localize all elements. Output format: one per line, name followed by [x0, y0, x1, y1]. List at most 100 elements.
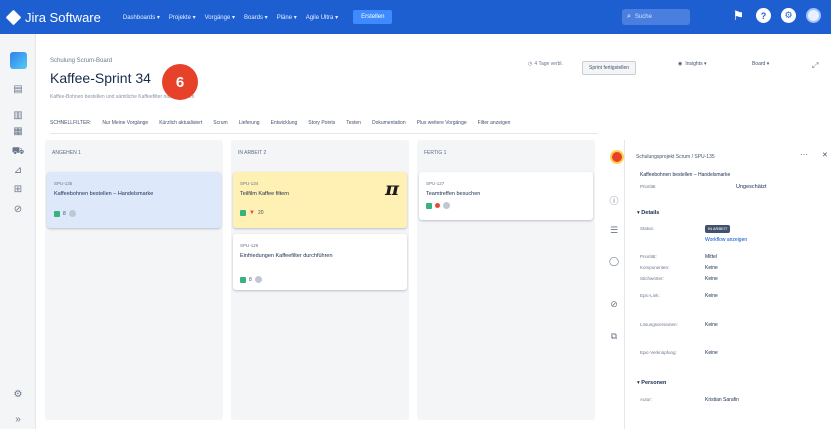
issue-title: Teilfilm Kaffee filtern [240, 191, 290, 197]
search-input[interactable]: ⌕ Suche [622, 9, 690, 25]
active-sprint-icon[interactable]: ▦ [11, 126, 25, 138]
issue-key: SPU-126 [240, 243, 259, 248]
field-label: Stichwörter: [640, 276, 664, 281]
filter-development[interactable]: Entwicklung [271, 120, 298, 126]
search-placeholder: Suche [634, 14, 652, 20]
insights-button[interactable]: ◉ Insights ▾ [678, 61, 707, 67]
breadcrumb[interactable]: Schulung Scrum-Board [50, 58, 112, 64]
detail-tool-strip: ⓘ ☰ ◯ ⊘ ⧉ [603, 140, 625, 429]
board-column-todo: ANGEHEN 1 SPU-135 Kaffeebohnen bestellen… [45, 140, 223, 420]
project-sidebar: ▤ ▥ ▦ ⛟ ⊿ ⊞ ⊘ ⚙ » [0, 34, 36, 429]
project-avatar[interactable] [10, 52, 27, 69]
backlog-icon[interactable]: ▤ [11, 84, 25, 96]
details-section-header[interactable]: ▾ Details [637, 210, 659, 216]
menu-dashboards[interactable]: Dashboards ▾ [123, 14, 160, 21]
board-icon[interactable]: ▥ [11, 110, 25, 122]
clock-icon: ◷ [528, 61, 533, 67]
create-button[interactable]: Erstellen [353, 10, 393, 24]
issue-key: SPU-134 [240, 181, 259, 186]
insights-icon: ◉ [678, 61, 683, 67]
filter-story-points[interactable]: Story Points [308, 120, 335, 126]
issue-meta: 8 [240, 276, 262, 283]
filter-more-issues[interactable]: Plus weitere Vorgänge [417, 120, 467, 126]
project-logo-icon [610, 150, 624, 164]
estimate-value[interactable]: Ungeschätzt [736, 184, 767, 190]
column-header: IN ARBEIT 2 [238, 150, 267, 156]
attachment-icon[interactable]: ⊘ [608, 298, 620, 310]
subtask-icon[interactable]: ⧉ [608, 330, 620, 342]
field-label: Epic-Link: [640, 293, 660, 298]
priority-field-label: Priorität [640, 184, 656, 189]
menu-plans[interactable]: Pläne ▾ [277, 14, 297, 21]
menu-agile[interactable]: Agile Ultra ▾ [306, 14, 338, 21]
app-name: Jira Software [25, 9, 101, 25]
field-label: Epic-Verknüpfung: [640, 350, 677, 355]
pi-symbol-icon: π [385, 178, 399, 200]
releases-icon[interactable]: ⛟ [11, 146, 25, 158]
story-points: 20 [257, 210, 264, 216]
filter-scrum[interactable]: Scrum [213, 120, 227, 126]
menu-boards[interactable]: Boards ▾ [244, 14, 268, 21]
issue-title: Kaffeebohnen bestellen – Handelsmarke [54, 191, 154, 197]
issue-key: SPU-135 [54, 181, 73, 186]
workflow-link[interactable]: Workflow anzeigen [705, 237, 747, 243]
field-value[interactable]: Keine [705, 276, 718, 282]
issue-card[interactable]: SPU-126 Einfriedungen Kaffeefilter durch… [233, 234, 407, 290]
filter-testing[interactable]: Testen [346, 120, 361, 126]
status-label: Status: [640, 226, 655, 231]
issue-breadcrumb[interactable]: Schulungsprojekt Scrum / SPU-135 [636, 154, 715, 160]
filter-recently-updated[interactable]: Kürzlich aktualisiert [159, 120, 202, 126]
complete-sprint-button[interactable]: Sprint fertigstellen [582, 61, 637, 75]
issue-card[interactable]: SPU-134 Teilfilm Kaffee filtern π ▼ 20 [233, 172, 407, 228]
issue-meta: ▼ 20 [240, 210, 264, 216]
reports-icon[interactable]: ⊿ [11, 165, 25, 177]
field-value[interactable]: Keine [705, 350, 718, 356]
field-label: Komponenten: [640, 265, 670, 270]
filter-my-issues[interactable]: Nur Meine Vorgänge [102, 120, 148, 126]
notification-flag-icon[interactable]: ⚑ [731, 8, 746, 23]
issue-title: Teamtreffen besuchen [426, 191, 481, 197]
field-label: Lösungsversionen: [640, 322, 678, 327]
issue-card[interactable]: SPU-135 Kaffeebohnen bestellen – Handels… [47, 172, 221, 228]
board-menu-button[interactable]: Board ▾ [752, 61, 769, 67]
info-icon[interactable]: ⓘ [608, 195, 620, 207]
issue-card[interactable]: SPU-127 Teamtreffen besuchen [419, 172, 593, 220]
details-heading: Details [641, 210, 660, 216]
assignee-avatar [443, 202, 450, 209]
field-value[interactable]: Keine [705, 322, 718, 328]
people-heading: Personen [641, 380, 667, 386]
status-badge[interactable]: IN ARBEIT [705, 225, 731, 233]
main-menu: Dashboards ▾ Projekte ▾ Vorgänge ▾ Board… [123, 10, 393, 24]
filter-delivery[interactable]: Lieferung [239, 120, 260, 126]
quick-filters-label: SCHNELLFILTER: [50, 120, 92, 126]
description-icon[interactable]: ☰ [608, 224, 620, 236]
app-logo[interactable]: Jira Software [5, 9, 101, 25]
comment-icon[interactable]: ◯ [608, 255, 620, 267]
user-avatar[interactable] [806, 8, 821, 23]
people-section-header[interactable]: ▾ Personen [637, 380, 666, 386]
project-settings-icon[interactable]: ⚙ [11, 389, 25, 401]
top-navigation: Jira Software Dashboards ▾ Projekte ▾ Vo… [0, 0, 831, 34]
help-icon[interactable]: ? [756, 8, 771, 23]
step-number-badge: 6 [162, 64, 198, 100]
days-left-text: 4 Tage verbl. [534, 61, 563, 67]
field-value[interactable]: Keine [705, 265, 718, 271]
filter-documentation[interactable]: Dokumentation [372, 120, 406, 126]
board-column-in-progress: IN ARBEIT 2 SPU-134 Teilfilm Kaffee filt… [231, 140, 409, 420]
close-panel-icon[interactable]: ✕ [822, 151, 828, 159]
assignee-value[interactable]: Kristian Sarafin [705, 397, 739, 403]
filters-divider [50, 133, 598, 134]
expand-icon[interactable]: ⤢ [812, 61, 818, 71]
settings-gear-icon[interactable]: ⚙ [781, 8, 796, 23]
story-type-icon [426, 202, 432, 209]
components-icon[interactable]: ⊞ [11, 184, 25, 196]
field-value[interactable]: Mittel [705, 254, 717, 260]
collapse-sidebar-icon[interactable]: » [11, 414, 25, 426]
menu-projects[interactable]: Projekte ▾ [169, 14, 196, 21]
more-options-icon[interactable]: ··· [800, 150, 808, 159]
filter-show[interactable]: Filter anzeigen [478, 120, 511, 126]
issues-icon[interactable]: ⊘ [11, 204, 25, 216]
story-points: 8 [63, 210, 66, 217]
menu-issues[interactable]: Vorgänge ▾ [205, 14, 235, 21]
field-value[interactable]: Keine [705, 293, 718, 299]
